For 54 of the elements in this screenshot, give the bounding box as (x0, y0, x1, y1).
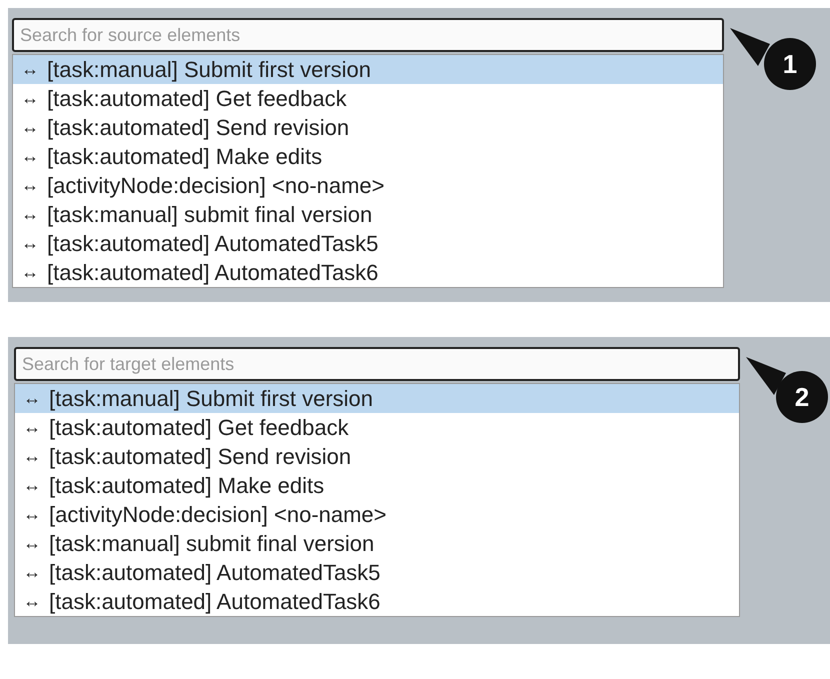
link-symbol: ↔ (23, 388, 41, 409)
link-symbol: ↔ (23, 533, 41, 554)
link-symbol: ↔ (23, 562, 41, 583)
callout-pointer (730, 26, 770, 66)
link-symbol: ↔ (21, 175, 39, 196)
link-symbol: ↔ (21, 204, 39, 225)
list-item[interactable]: ↔ [task:automated] Make edits (15, 471, 739, 500)
item-label: [task:automated] Make edits (47, 144, 322, 170)
list-item[interactable]: ↔ [task:manual] submit final version (15, 529, 739, 558)
item-label: [activityNode:decision] <no-name> (49, 502, 387, 528)
link-symbol: ↔ (23, 475, 41, 496)
link-symbol: ↔ (21, 59, 39, 80)
item-label: [task:automated] AutomatedTask5 (47, 230, 378, 256)
item-label: [task:automated] Get feedback (47, 86, 347, 112)
list-item[interactable]: ↔ [activityNode:decision] <no-name> (15, 500, 739, 529)
callout-pointer (746, 355, 786, 395)
link-symbol: ↔ (23, 591, 41, 612)
list-item[interactable]: ↔ [task:manual] Submit first version (13, 55, 723, 84)
item-label: [task:manual] Submit first version (47, 56, 372, 82)
link-symbol: ↔ (21, 146, 39, 167)
list-item[interactable]: ↔ [task:manual] Submit first version (15, 384, 739, 413)
list-item[interactable]: ↔ [activityNode:decision] <no-name> (13, 171, 723, 200)
step-number: 2 (776, 371, 828, 423)
item-label: [task:automated] Get feedback (49, 414, 349, 440)
list-item[interactable]: ↔ [task:automated] Get feedback (15, 413, 739, 442)
item-label: [task:manual] submit final version (49, 530, 374, 556)
list-item[interactable]: ↔ [task:automated] Send revision (15, 442, 739, 471)
list-item[interactable]: ↔ [task:automated] AutomatedTask5 (15, 558, 739, 587)
item-label: [task:automated] AutomatedTask5 (49, 560, 380, 586)
list-item[interactable]: ↔ [task:manual] submit final version (13, 200, 723, 229)
item-label: [task:automated] Send revision (49, 444, 352, 470)
link-symbol: ↔ (21, 117, 39, 138)
link-symbol: ↔ (23, 446, 41, 467)
item-label: [task:manual] submit final version (47, 202, 372, 228)
item-label: [task:automated] AutomatedTask6 (47, 260, 378, 286)
item-label: [task:automated] AutomatedTask6 (49, 588, 380, 614)
search-field[interactable]: Search for target elements (14, 347, 740, 381)
search-field[interactable]: Search for source elements (12, 18, 724, 52)
step-number: 1 (764, 38, 816, 90)
list-item[interactable]: ↔ [task:automated] AutomatedTask5 (13, 229, 723, 258)
link-symbol: ↔ (23, 417, 41, 438)
list-item[interactable]: ↔ [task:automated] Make edits (13, 142, 723, 171)
item-label: [activityNode:decision] <no-name> (47, 172, 385, 198)
link-symbol: ↔ (23, 504, 41, 525)
list-item[interactable]: ↔ [task:automated] AutomatedTask6 (15, 587, 739, 616)
link-symbol: ↔ (21, 233, 39, 254)
list-item[interactable]: ↔ [task:automated] Get feedback (13, 84, 723, 113)
list-item[interactable]: ↔ [task:automated] AutomatedTask6 (13, 258, 723, 287)
item-label: [task:automated] Make edits (49, 472, 324, 498)
link-symbol: ↔ (21, 262, 39, 283)
link-symbol: ↔ (21, 88, 39, 109)
list-item[interactable]: ↔ [task:automated] Send revision (13, 113, 723, 142)
item-label: [task:manual] Submit first version (49, 386, 374, 412)
item-label: [task:automated] Send revision (47, 114, 350, 140)
